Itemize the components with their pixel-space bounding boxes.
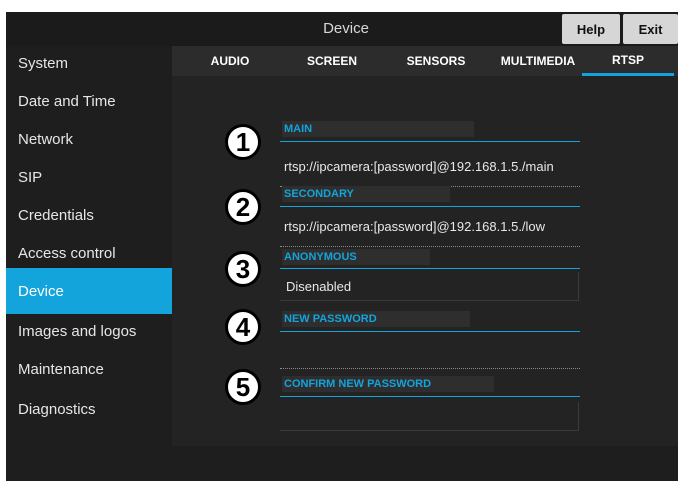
callout-badge-5: 5 [225, 369, 261, 405]
secondary-divider [280, 246, 580, 247]
tab-audio[interactable]: AUDIO [190, 46, 270, 76]
anonymous-label: ANONYMOUS [282, 249, 430, 265]
tab-rtsp[interactable]: RTSP [582, 46, 674, 76]
secondary-underline [280, 206, 580, 207]
confirm-password-underline [280, 396, 580, 397]
main-underline [280, 141, 580, 142]
device-settings-window: Device Help Exit System Date and Time Ne… [6, 12, 678, 481]
help-button[interactable]: Help [562, 14, 620, 44]
new-password-input[interactable] [284, 342, 580, 364]
tab-bar: AUDIO SCREEN SENSORS MULTIMEDIA RTSP [172, 46, 678, 76]
main-label: MAIN [282, 121, 474, 137]
new-password-underline [280, 331, 580, 332]
confirm-password-label: CONFIRM NEW PASSWORD [282, 376, 494, 392]
callout-badge-4: 4 [225, 309, 261, 345]
tab-sensors[interactable]: SENSORS [394, 46, 478, 76]
callout-badge-3: 3 [225, 251, 261, 287]
callout-badge-2: 2 [225, 189, 261, 225]
new-password-divider [280, 368, 580, 369]
exit-button[interactable]: Exit [623, 14, 678, 44]
page-title: Device [323, 20, 369, 37]
confirm-password-value [286, 405, 576, 427]
secondary-label: SECONDARY [282, 186, 450, 202]
tab-screen[interactable]: SCREEN [290, 46, 374, 76]
anonymous-underline [280, 268, 580, 269]
tab-multimedia[interactable]: MULTIMEDIA [488, 46, 588, 76]
sidebar-item-diagnostics[interactable]: Diagnostics [6, 386, 186, 432]
new-password-label: NEW PASSWORD [282, 311, 470, 327]
anonymous-value: Disenabled [286, 278, 352, 294]
callout-badge-1: 1 [225, 124, 261, 160]
sidebar: System Date and Time Network SIP Credent… [6, 46, 186, 446]
secondary-url-field[interactable]: rtsp://ipcamera:[password]@192.168.1.5./… [284, 215, 584, 237]
main-url-field[interactable]: rtsp://ipcamera:[password]@192.168.1.5./… [284, 155, 584, 177]
